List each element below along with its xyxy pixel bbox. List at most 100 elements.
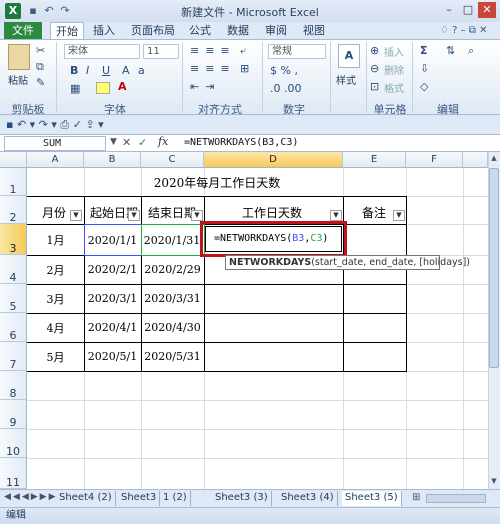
cell-formula-editor[interactable]: =NETWORKDAYS(B3,C3): [214, 233, 328, 244]
cell-end[interactable]: 2020/3/31: [141, 292, 204, 305]
table-title[interactable]: 2020年每月工作日天数: [27, 174, 407, 191]
tab-view[interactable]: 视图: [298, 22, 330, 39]
row-header-10[interactable]: 10: [0, 429, 27, 458]
row-header-4[interactable]: 4: [0, 255, 27, 284]
cancel-formula-icon[interactable]: ✕: [122, 136, 131, 149]
header-month[interactable]: 月份: [42, 204, 66, 221]
row-header-6[interactable]: 6: [0, 313, 27, 342]
col-header-f[interactable]: F: [406, 152, 463, 168]
cell-start[interactable]: 2020/2/1: [84, 263, 141, 276]
cell-month[interactable]: 2月: [27, 262, 84, 278]
name-box-dropdown-icon[interactable]: ▼: [110, 137, 117, 147]
filter-dropdown-icon[interactable]: ▼: [70, 210, 82, 221]
cell-end[interactable]: 2020/5/31: [141, 350, 204, 363]
minimize-button[interactable]: –: [440, 2, 458, 18]
font-size-combo[interactable]: 11: [143, 44, 179, 59]
delete-cells-icon[interactable]: ⊖: [370, 62, 379, 75]
merge-icon[interactable]: ⊞: [240, 62, 249, 75]
name-box[interactable]: SUM: [4, 136, 106, 151]
clear-icon[interactable]: ◇: [420, 80, 428, 93]
underline-icon[interactable]: U: [102, 64, 110, 77]
wrap-text-icon[interactable]: ⤶: [240, 44, 246, 58]
cell-start[interactable]: 2020/5/1: [84, 350, 141, 363]
enter-formula-icon[interactable]: ✓: [138, 136, 147, 149]
row-header-1[interactable]: 1: [0, 168, 27, 196]
format-cells-icon[interactable]: ⊡: [370, 80, 379, 93]
tab-formulas[interactable]: 公式: [184, 22, 216, 39]
sheet-tab[interactable]: 1 (2): [160, 491, 191, 506]
sheet-tab[interactable]: Sheet3 (4): [278, 491, 338, 506]
filter-dropdown-icon[interactable]: ▼: [191, 210, 203, 221]
col-header-d[interactable]: D: [204, 152, 343, 168]
row-header-11[interactable]: 11: [0, 458, 27, 489]
tab-data[interactable]: 数据: [222, 22, 254, 39]
cell-month[interactable]: 1月: [27, 232, 84, 248]
styles-icon[interactable]: A: [338, 44, 360, 68]
paste-label[interactable]: 粘贴: [8, 72, 28, 87]
styles-label[interactable]: 样式: [336, 72, 356, 87]
cell-start[interactable]: 2020/3/1: [84, 292, 141, 305]
cell-end[interactable]: 2020/2/29: [141, 263, 204, 276]
paste-icon[interactable]: [8, 44, 30, 70]
col-header-b[interactable]: B: [84, 152, 141, 168]
header-end-date[interactable]: 结束日期: [148, 204, 196, 221]
fill-icon[interactable]: ⇩: [420, 62, 429, 75]
sort-filter-icon[interactable]: ⇅: [446, 44, 455, 57]
font-color-icon[interactable]: A: [118, 80, 127, 93]
tab-page-layout[interactable]: 页面布局: [126, 22, 180, 39]
number-format-combo[interactable]: 常规: [268, 44, 326, 59]
scroll-down-icon[interactable]: ▼: [489, 477, 499, 487]
tab-review[interactable]: 审阅: [260, 22, 292, 39]
cell-end[interactable]: 2020/4/30: [141, 321, 204, 334]
close-button[interactable]: ✕: [478, 2, 496, 18]
sheet-nav-icons[interactable]: ◀◀◀▶▶▶: [4, 492, 58, 502]
font-grow-icon[interactable]: A: [122, 64, 130, 77]
cell-month[interactable]: 4月: [27, 320, 84, 336]
tab-insert[interactable]: 插入: [88, 22, 120, 39]
sheet-tab-active[interactable]: Sheet3 (5): [342, 491, 402, 506]
find-select-icon[interactable]: ⌕: [468, 44, 474, 58]
formula-input[interactable]: =NETWORKDAYS(B3,C3): [184, 136, 298, 150]
filter-dropdown-icon[interactable]: ▼: [393, 210, 405, 221]
fill-color-icon[interactable]: [96, 82, 110, 94]
col-header-a[interactable]: A: [27, 152, 84, 168]
insert-cells-icon[interactable]: ⊕: [370, 44, 379, 57]
col-header-c[interactable]: C: [141, 152, 204, 168]
insert-function-icon[interactable]: fx: [158, 135, 168, 148]
format-label[interactable]: 格式: [384, 80, 404, 95]
insert-label[interactable]: 插入: [384, 44, 404, 59]
decimal-icons[interactable]: .0 .00: [270, 82, 302, 95]
cell-start[interactable]: 2020/4/1: [84, 321, 141, 334]
row-header-3[interactable]: 3: [0, 224, 27, 255]
col-header-g[interactable]: [463, 152, 488, 168]
tooltip-function-name[interactable]: NETWORKDAYS: [229, 257, 311, 268]
border-icon[interactable]: ▦: [70, 82, 80, 95]
font-shrink-icon[interactable]: a: [138, 64, 145, 77]
scroll-up-icon[interactable]: ▲: [489, 154, 499, 164]
sheet-tab[interactable]: Sheet3 (3): [212, 491, 272, 506]
cell-month[interactable]: 5月: [27, 349, 84, 365]
currency-icon[interactable]: $ % ,: [270, 64, 298, 77]
autosum-icon[interactable]: Σ: [420, 44, 428, 57]
cell-month[interactable]: 3月: [27, 291, 84, 307]
horizontal-scrollbar[interactable]: [426, 494, 486, 503]
row-header-5[interactable]: 5: [0, 284, 27, 313]
ribbon-help-icons[interactable]: ♢ ? – ⧉ ✕: [440, 25, 488, 36]
sheet-tab[interactable]: Sheet4 (2): [56, 491, 116, 506]
header-notes[interactable]: 备注: [362, 204, 386, 221]
filter-dropdown-icon[interactable]: ▼: [128, 210, 140, 221]
header-workdays[interactable]: 工作日天数: [242, 204, 302, 221]
row-header-9[interactable]: 9: [0, 400, 27, 429]
cut-icon[interactable]: ✂: [36, 44, 45, 57]
indent-icons[interactable]: ⇤⇥: [190, 80, 220, 93]
bold-icon[interactable]: B: [70, 64, 78, 77]
format-painter-icon[interactable]: ✎: [36, 76, 45, 89]
insert-sheet-icon[interactable]: ⊞: [412, 492, 420, 503]
font-name-combo[interactable]: 宋体: [64, 44, 140, 59]
row-header-2[interactable]: 2: [0, 196, 27, 224]
align-top-icons[interactable]: ≡≡≡: [190, 44, 236, 57]
sheet-tab[interactable]: Sheet3: [118, 491, 161, 506]
filter-dropdown-icon[interactable]: ▼: [330, 210, 342, 221]
tab-file[interactable]: 文件: [4, 22, 42, 39]
row-header-7[interactable]: 7: [0, 342, 27, 371]
